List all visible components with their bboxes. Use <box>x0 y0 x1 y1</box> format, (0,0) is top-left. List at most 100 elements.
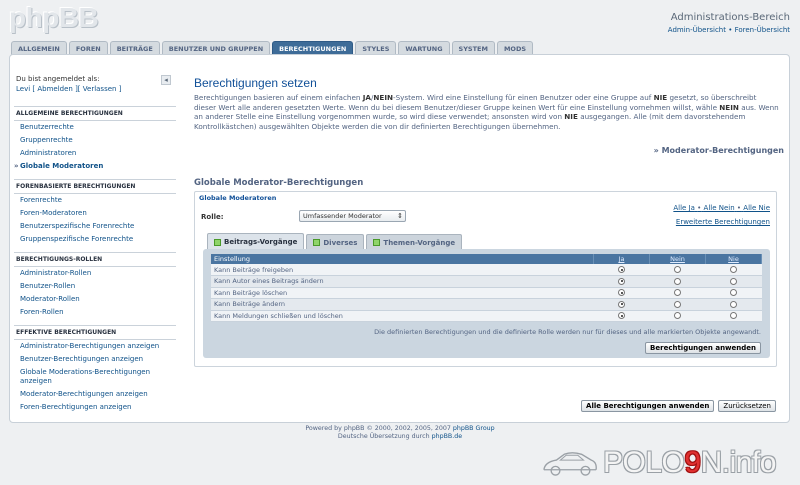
all-yes-link[interactable]: Alle Ja <box>673 204 695 212</box>
permission-label: Kann Autor eines Beitrags ändern <box>211 275 594 288</box>
content-container: Du bist angemeldet als: Levi [ Abmelden … <box>9 54 790 423</box>
permission-label: Kann Beiträge löschen <box>211 287 594 299</box>
sidebar-item-view-global-mod-permissions[interactable]: Globale Moderations-Berechtigungen anzei… <box>10 366 180 388</box>
select-arrows-icon: ⇕ <box>397 212 403 220</box>
role-label: Rolle: <box>201 213 224 221</box>
radio-cell-no <box>649 287 706 299</box>
watermark: POLO9N.info <box>541 446 776 480</box>
tab-posts[interactable]: Beiträge <box>109 41 160 55</box>
sidebar-item-view-mod-permissions[interactable]: Moderator-Berechtigungen anzeigen <box>10 388 180 401</box>
header-yes[interactable]: Ja <box>593 254 650 264</box>
radio-no[interactable] <box>674 266 681 273</box>
radio-cell-no <box>649 264 706 276</box>
permission-subtabs: Beitrags-Vorgänge Diverses Themen-Vorgän… <box>207 233 463 250</box>
table-row: Kann Meldungen schließen und löschen <box>211 310 762 322</box>
radio-never[interactable] <box>730 312 737 320</box>
sidebar-item-user-forum-permissions[interactable]: Benutzerspezifische Forenrechte <box>10 220 180 233</box>
radio-never[interactable] <box>730 289 737 297</box>
radio-no[interactable] <box>674 289 681 297</box>
sidebar-item-administrators[interactable]: Administratoren <box>10 147 180 160</box>
apply-all-button[interactable]: Alle Berechtigungen anwenden <box>581 400 715 412</box>
green-check-icon <box>214 238 221 246</box>
menu-header: Allgemeine Berechtigungen <box>14 106 176 121</box>
all-never-link[interactable]: Alle Nie <box>743 204 770 212</box>
radio-cell-never <box>705 298 762 311</box>
radio-yes[interactable] <box>618 289 625 297</box>
sidebar-item-moderator-roles[interactable]: Moderator-Rollen <box>10 293 180 306</box>
sidebar-item-user-roles[interactable]: Benutzer-Rollen <box>10 280 180 293</box>
phpbb-de-link[interactable]: phpBB.de <box>432 433 463 440</box>
admin-title: Administrations-Bereich <box>670 12 790 23</box>
permission-label: Kann Beiträge ändern <box>211 298 594 311</box>
all-no-link[interactable]: Alle Nein <box>704 204 735 212</box>
tab-maintenance[interactable]: Wartung <box>398 41 450 55</box>
radio-cell-yes <box>593 275 650 288</box>
tab-forums[interactable]: Foren <box>68 41 108 55</box>
radio-never[interactable] <box>730 300 737 308</box>
role-select-value: Umfassender Moderator <box>303 212 382 220</box>
radio-no[interactable] <box>674 312 681 320</box>
sidebar-item-forum-permissions[interactable]: Forenrechte <box>10 194 180 207</box>
reset-button[interactable]: Zurücksetzen <box>718 400 776 412</box>
sidebar-item-view-user-permissions[interactable]: Benutzer-Berechtigungen anzeigen <box>10 353 180 366</box>
radio-no[interactable] <box>674 300 681 308</box>
sidebar-item-forum-roles[interactable]: Foren-Rollen <box>10 306 180 319</box>
sidebar-item-user-permissions[interactable]: Benutzerrechte <box>10 121 180 134</box>
radio-never[interactable] <box>730 266 737 273</box>
radio-yes[interactable] <box>618 300 625 308</box>
subtab-post-actions[interactable]: Beitrags-Vorgänge <box>207 233 305 250</box>
tab-general[interactable]: Allgemein <box>11 41 67 55</box>
radio-yes[interactable] <box>618 312 625 320</box>
tab-users-groups[interactable]: Benutzer und Gruppen <box>161 41 271 55</box>
table-row: Kann Beiträge ändern <box>211 298 762 311</box>
sidebar-item-forum-moderators[interactable]: Foren-Moderatoren <box>10 207 180 220</box>
radio-cell-never <box>705 287 762 299</box>
separator: • <box>697 204 702 212</box>
user-info: Du bist angemeldet als: Levi [ Abmelden … <box>10 55 180 94</box>
admin-area: Administrations-Bereich Admin-Übersicht … <box>668 12 790 34</box>
subtab-misc[interactable]: Diverses <box>306 234 365 250</box>
menu-section-general: Allgemeine Berechtigungen Benutzerrechte… <box>10 106 180 173</box>
quick-set-links: Alle Ja • Alle Nein • Alle Nie <box>673 204 770 212</box>
subtab-topic-actions[interactable]: Themen-Vorgänge <box>366 234 463 250</box>
sidebar-item-group-permissions[interactable]: Gruppenrechte <box>10 134 180 147</box>
sidebar-item-view-forum-permissions[interactable]: Foren-Berechtigungen anzeigen <box>10 401 180 414</box>
role-select[interactable]: Umfassender Moderator ⇕ <box>299 210 406 222</box>
header-setting: Einstellung <box>211 254 594 264</box>
permission-note: Die definierten Berechtigungen und die d… <box>374 328 761 336</box>
menu-section-roles: Berechtigungs-Rollen Administrator-Rolle… <box>10 252 180 319</box>
admin-links[interactable]: Admin-Übersicht • Foren-Übersicht <box>668 26 790 34</box>
header-never[interactable]: Nie <box>705 254 762 264</box>
footer-powered: Powered by phpBB © 2000, 2002, 2005, 200… <box>305 425 453 432</box>
radio-yes[interactable] <box>618 266 625 273</box>
moderator-permissions-link[interactable]: » Moderator-Berechtigungen <box>654 146 784 155</box>
user-links[interactable]: [ Abmelden ][ Verlassen ] <box>32 85 121 93</box>
apply-permissions-button[interactable]: Berechtigungen anwenden <box>645 342 761 354</box>
radio-never[interactable] <box>730 277 737 285</box>
menu-section-effective: Effektive Berechtigungen Administrator-B… <box>10 325 180 414</box>
tab-system[interactable]: System <box>451 41 495 55</box>
radio-cell-no <box>649 275 706 288</box>
collapse-sidebar-icon[interactable]: ◂ <box>161 75 171 85</box>
logged-in-label: Du bist angemeldet als: <box>16 75 100 83</box>
radio-cell-no <box>649 298 706 311</box>
tab-mods[interactable]: Mods <box>496 41 534 55</box>
advanced-permissions-link[interactable]: Erweiterte Berechtigungen <box>676 218 770 226</box>
header-no[interactable]: Nein <box>649 254 706 264</box>
menu-header: Berechtigungs-Rollen <box>14 252 176 267</box>
tab-styles[interactable]: Styles <box>355 41 397 55</box>
radio-no[interactable] <box>674 277 681 285</box>
main-content: Berechtigungen setzen Berechtigungen bas… <box>194 55 784 367</box>
car-outline-icon <box>543 452 597 476</box>
separator: • <box>736 204 742 212</box>
radio-cell-never <box>705 310 762 322</box>
sidebar-item-group-forum-permissions[interactable]: Gruppenspezifische Forenrechte <box>10 233 180 246</box>
sidebar-item-global-moderators[interactable]: Globale Moderatoren <box>10 160 180 173</box>
phpbb-group-link[interactable]: phpBB Group <box>453 425 495 432</box>
subtab-label: Beitrags-Vorgänge <box>224 238 298 246</box>
sidebar-item-admin-roles[interactable]: Administrator-Rollen <box>10 267 180 280</box>
radio-yes[interactable] <box>618 277 625 285</box>
tab-permissions[interactable]: Berechtigungen <box>272 41 354 55</box>
phpbb-logo[interactable]: phpBB <box>9 2 99 34</box>
sidebar-item-view-admin-permissions[interactable]: Administrator-Berechtigungen anzeigen <box>10 340 180 353</box>
